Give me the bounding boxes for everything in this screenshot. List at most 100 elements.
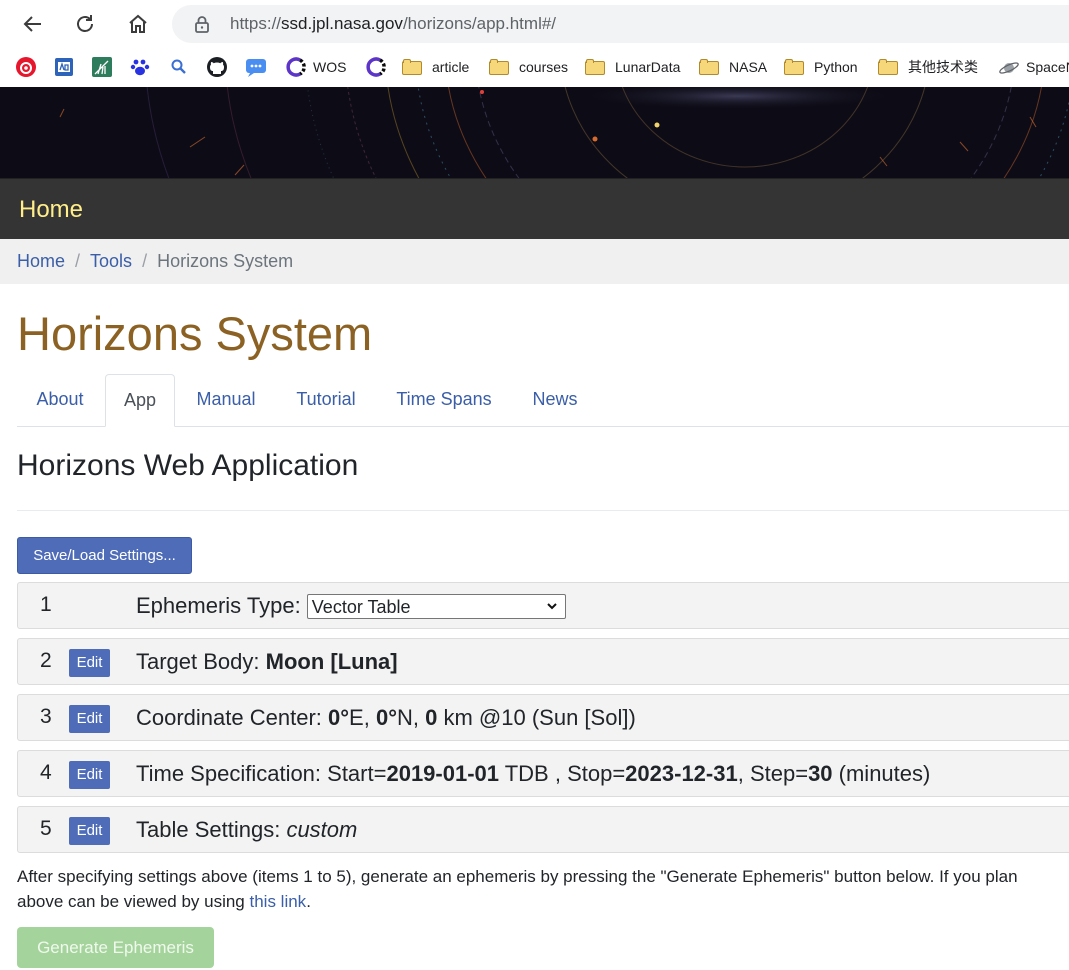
bookmark-label: SpaceN <box>1026 59 1069 75</box>
folder-icon <box>585 59 605 75</box>
bookmark-label: courses <box>519 59 569 75</box>
step-label: Time Specification: Start= <box>136 761 387 786</box>
step-number: 2 <box>40 649 52 672</box>
folder-icon <box>489 59 509 75</box>
step-text: Table Settings: custom <box>136 817 357 843</box>
bookmark-spacen[interactable]: SpaceN <box>998 54 1069 80</box>
bookmark-folder-courses[interactable]: courses <box>489 54 568 80</box>
tab-bar: About App Manual Tutorial Time Spans New… <box>17 374 1069 427</box>
tab-news[interactable]: News <box>519 374 591 426</box>
step-label: Table Settings: <box>136 817 287 842</box>
bookmark-dictionary-icon[interactable] <box>54 54 74 80</box>
this-link[interactable]: this link <box>250 892 307 911</box>
breadcrumb-separator: / <box>142 251 148 271</box>
breadcrumb: Home / Tools / Horizons System <box>0 239 1069 284</box>
instructions-text-part: . <box>306 892 311 911</box>
bookmark-folder-python[interactable]: Python <box>784 54 858 80</box>
home-icon[interactable] <box>122 8 154 40</box>
step-text-part: N, <box>397 705 426 730</box>
nav-home-link[interactable]: Home <box>19 196 83 224</box>
folder-icon <box>878 59 898 75</box>
folder-icon <box>402 59 422 75</box>
back-arrow-icon[interactable] <box>17 8 49 40</box>
bookmark-folder-nasa[interactable]: NASA <box>699 54 767 80</box>
altitude-value: 0 <box>425 705 438 730</box>
step-text: Target Body: Moon [Luna] <box>136 649 398 675</box>
instructions-line: After specifying settings above (items 1… <box>17 867 1018 886</box>
breadcrumb-tools-link[interactable]: Tools <box>90 251 132 271</box>
table-settings-value: custom <box>286 817 358 842</box>
orbits-banner-image <box>0 87 1069 178</box>
step-number: 5 <box>40 817 52 840</box>
edit-target-body-button[interactable]: Edit <box>69 649 110 677</box>
step-text-part: E, <box>349 705 376 730</box>
bookmark-folder-lunardata[interactable]: LunarData <box>585 54 680 80</box>
lock-icon[interactable] <box>194 15 210 38</box>
folder-icon <box>699 59 719 75</box>
step-text-part: , Step= <box>737 761 809 786</box>
tab-app[interactable]: App <box>105 374 175 427</box>
bookmark-label: LunarData <box>615 59 681 75</box>
breadcrumb-current: Horizons System <box>157 251 294 271</box>
bookmark-search-icon[interactable] <box>170 54 188 80</box>
bookmark-baidu-icon[interactable] <box>130 54 150 80</box>
instructions-line: above can be viewed by using this link. <box>17 889 1069 914</box>
stop-date-value: 2023-12-31 <box>625 761 738 786</box>
longitude-value: 0° <box>328 705 350 730</box>
site-navbar: Home <box>0 178 1069 240</box>
bookmark-label: Python <box>814 59 858 75</box>
step-text: Coordinate Center: 0°E, 0°N, 0 km @10 (S… <box>136 705 636 731</box>
bookmark-clarivate-icon[interactable] <box>364 54 386 80</box>
bookmark-folder-other-tech[interactable]: 其他技术类 <box>878 54 978 80</box>
save-load-settings-button[interactable]: Save/Load Settings... <box>17 537 192 574</box>
step-number: 3 <box>40 705 52 728</box>
step-number: 4 <box>40 761 52 784</box>
reload-icon[interactable] <box>69 8 101 40</box>
step-coordinate-center: 3 Edit Coordinate Center: 0°E, 0°N, 0 km… <box>17 694 1069 741</box>
browser-toolbar: https://ssd.jpl.nasa.gov/horizons/app.ht… <box>0 0 1069 47</box>
step-size-value: 30 <box>808 761 833 786</box>
step-text: Time Specification: Start=2019-01-01 TDB… <box>136 761 930 787</box>
step-target-body: 2 Edit Target Body: Moon [Luna] <box>17 638 1069 685</box>
bookmark-leaf-icon[interactable] <box>92 54 112 80</box>
step-table-settings: 5 Edit Table Settings: custom <box>17 806 1069 853</box>
edit-coordinate-center-button[interactable]: Edit <box>69 705 110 733</box>
app-title: Horizons Web Application <box>17 449 359 482</box>
edit-table-settings-button[interactable]: Edit <box>69 817 110 845</box>
latitude-value: 0° <box>375 705 397 730</box>
step-text-part: (minutes) <box>832 761 931 786</box>
tab-time-spans[interactable]: Time Spans <box>381 374 507 426</box>
instructions-text-part: above can be viewed by using <box>17 892 250 911</box>
bookmark-folder-article[interactable]: article <box>402 54 469 80</box>
step-text: Ephemeris Type: Vector Table <box>136 593 566 620</box>
target-body-value: Moon [Luna] <box>265 649 398 674</box>
chevron-down-icon <box>547 602 557 610</box>
bookmark-weibo-icon[interactable] <box>15 54 37 80</box>
tab-tutorial[interactable]: Tutorial <box>283 374 369 426</box>
generate-ephemeris-button[interactable]: Generate Ephemeris <box>17 927 214 968</box>
tab-about[interactable]: About <box>17 374 103 426</box>
url-text: https://ssd.jpl.nasa.gov/horizons/app.ht… <box>230 14 557 33</box>
bookmark-chat-icon[interactable] <box>245 54 267 80</box>
bookmark-github-icon[interactable] <box>206 54 228 80</box>
bookmark-wos[interactable]: WOS <box>284 54 346 80</box>
start-date-value: 2019-01-01 <box>386 761 500 786</box>
address-bar[interactable]: https://ssd.jpl.nasa.gov/horizons/app.ht… <box>172 5 1069 43</box>
step-label: Coordinate Center: <box>136 705 328 730</box>
step-label: Target Body: <box>136 649 266 674</box>
tab-manual[interactable]: Manual <box>179 374 273 426</box>
page-title: Horizons System <box>17 307 373 360</box>
select-value: Vector Table <box>311 596 411 617</box>
ephemeris-type-select[interactable]: Vector Table <box>306 593 566 619</box>
edit-time-specification-button[interactable]: Edit <box>69 761 110 789</box>
breadcrumb-home-link[interactable]: Home <box>17 251 65 271</box>
breadcrumb-separator: / <box>75 251 81 271</box>
step-text-part: km @10 (Sun [Sol]) <box>437 705 636 730</box>
step-time-specification: 4 Edit Time Specification: Start=2019-01… <box>17 750 1069 797</box>
step-text-part: TDB , Stop= <box>499 761 626 786</box>
step-ephemeris-type: 1 Ephemeris Type: Vector Table <box>17 582 1069 629</box>
bookmark-label: 其他技术类 <box>908 59 978 75</box>
bookmark-label: NASA <box>729 59 768 75</box>
step-label: Ephemeris Type: <box>136 593 307 618</box>
bookmark-wos-label: WOS <box>313 59 347 75</box>
